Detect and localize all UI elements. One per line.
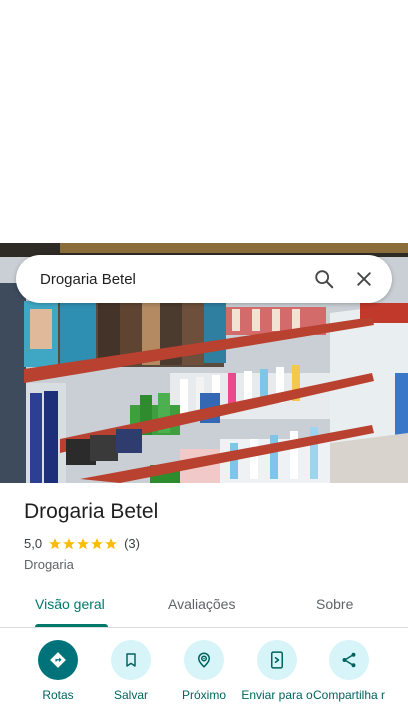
tab-about[interactable]: Sobre: [316, 596, 353, 612]
nearby-button[interactable]: Próximo: [167, 640, 241, 702]
map-area[interactable]: [0, 0, 408, 243]
nearby-label: Próximo: [181, 688, 226, 702]
rating-row[interactable]: 5,0 (3): [24, 536, 140, 551]
place-title: Drogaria Betel: [24, 500, 159, 523]
place-category: Drogaria: [24, 557, 74, 572]
bookmark-icon: [111, 640, 151, 680]
search-bar[interactable]: Drogaria Betel: [16, 255, 392, 303]
star-icon: [105, 537, 117, 549]
active-tab-indicator: [35, 624, 108, 627]
send-to-phone-icon: [257, 640, 297, 680]
action-bar: Rotas Salvar Próximo Enviar para o Compa…: [0, 640, 408, 726]
send-to-phone-label: Enviar para o: [241, 688, 313, 702]
tab-reviews[interactable]: Avaliações: [168, 596, 235, 612]
directions-icon: [38, 640, 78, 680]
tab-bar: Visão geral Avaliações Sobre: [0, 588, 408, 628]
directions-label: Rotas: [42, 688, 74, 702]
send-to-phone-button[interactable]: Enviar para o: [240, 640, 314, 702]
share-button[interactable]: Compartilha r: [312, 640, 386, 702]
search-icon[interactable]: [304, 259, 344, 299]
close-icon[interactable]: [344, 259, 384, 299]
directions-button[interactable]: Rotas: [21, 640, 95, 702]
save-button[interactable]: Salvar: [94, 640, 168, 702]
share-icon: [329, 640, 369, 680]
star-icon: [91, 537, 103, 549]
tab-overview[interactable]: Visão geral: [35, 596, 105, 612]
review-count[interactable]: (3): [124, 536, 140, 551]
rating-value: 5,0: [24, 536, 43, 551]
share-label: Compartilha r: [312, 688, 386, 702]
star-icon: [63, 537, 75, 549]
save-label: Salvar: [113, 688, 148, 702]
star-icon: [49, 537, 61, 549]
rating-stars: [48, 537, 118, 551]
star-icon: [77, 537, 89, 549]
nearby-icon: [184, 640, 224, 680]
search-input[interactable]: Drogaria Betel: [40, 271, 304, 288]
